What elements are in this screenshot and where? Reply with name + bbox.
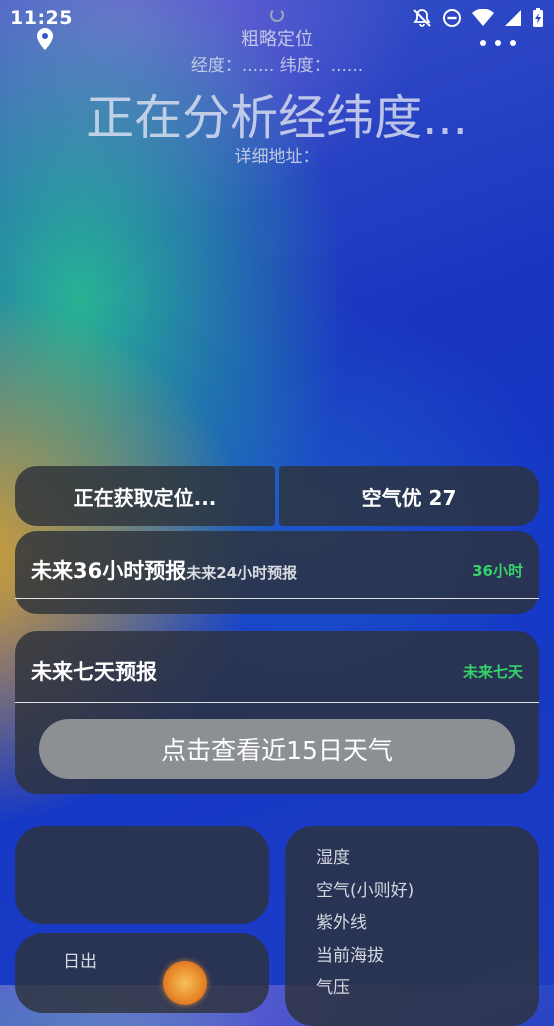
analyzing-title: 正在分析经纬度... bbox=[86, 90, 468, 146]
divider bbox=[15, 702, 539, 703]
loading-spinner-icon bbox=[270, 8, 284, 22]
list-item: 空气(小则好) bbox=[316, 880, 415, 901]
list-item: 气压 bbox=[316, 978, 350, 998]
list-item: 湿度 bbox=[316, 848, 350, 868]
location-type: 粗略定位 bbox=[241, 29, 313, 50]
forecast-36h-title: 未来36小时预报未来24小时预报 bbox=[31, 555, 297, 585]
air-quality-button[interactable]: 空气优 27 bbox=[279, 466, 539, 526]
weather-details-card: 湿度 空气(小则好) 紫外线 当前海拔 气压 bbox=[285, 826, 539, 1026]
list-item: 当前海拔 bbox=[316, 945, 384, 966]
forecast-36h-tab[interactable]: 36小时 bbox=[472, 560, 523, 581]
forecast-24h-subtitle: 未来24小时预报 bbox=[186, 564, 298, 582]
sunrise-sun-icon bbox=[163, 961, 207, 1005]
latlng-text: 经度：...... 纬度：...... bbox=[190, 56, 364, 76]
list-item: 紫外线 bbox=[316, 913, 367, 933]
forecast-36h-title-text: 未来36小时预报 bbox=[31, 559, 187, 583]
view-15-day-button[interactable]: 点击查看近15日天气 bbox=[39, 719, 515, 779]
forecast-36h-card: 未来36小时预报未来24小时预报 36小时 bbox=[15, 531, 539, 614]
address-text: 详细地址： bbox=[234, 147, 320, 167]
weather-summary-card bbox=[15, 826, 269, 924]
divider bbox=[15, 598, 539, 599]
forecast-7d-card: 未来七天预报 未来七天 点击查看近15日天气 bbox=[15, 631, 539, 794]
detail-list: 湿度 空气(小则好) 紫外线 当前海拔 气压 bbox=[316, 846, 414, 1009]
forecast-7d-title: 未来七天预报 bbox=[31, 660, 157, 684]
sunrise-card: 日出 bbox=[15, 933, 269, 1013]
forecast-7d-tab[interactable]: 未来七天 bbox=[463, 661, 523, 682]
locating-button[interactable]: 正在获取定位... bbox=[15, 466, 275, 526]
sunrise-label: 日出 bbox=[63, 952, 97, 972]
